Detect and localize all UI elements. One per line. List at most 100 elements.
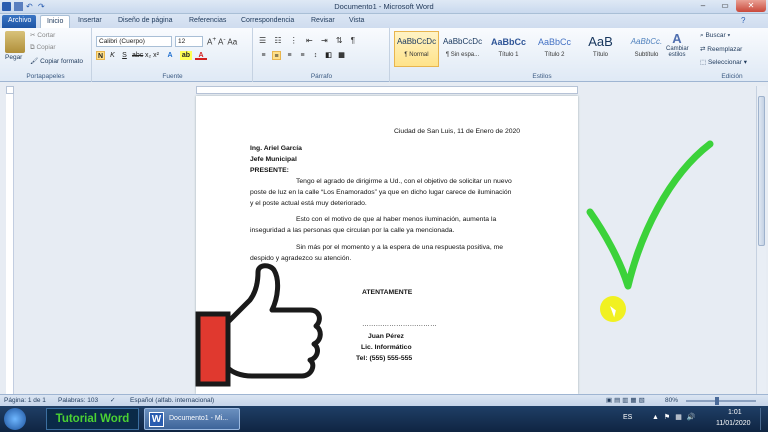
help-icon[interactable]: ?	[741, 16, 750, 25]
copy-button[interactable]: ⧉ Copiar	[30, 44, 56, 52]
word-count[interactable]: Palabras: 103	[58, 397, 98, 404]
tab-vista[interactable]: Vista	[343, 15, 370, 28]
italic-button[interactable]: K	[108, 51, 117, 60]
justify-icon[interactable]: ≡	[298, 51, 307, 60]
styles-group-label: Estilos	[532, 73, 552, 80]
select-button[interactable]: ⬚ Seleccionar ▾	[700, 58, 747, 66]
sender-phone: Tel: (555) 555-555	[356, 355, 413, 362]
style-titulo[interactable]: AaB Título	[578, 31, 623, 67]
list-buttons[interactable]: ☰ ☷ ⋮ ⇤ ⇥ ⇅ ¶	[259, 36, 358, 45]
ribbon-tabs: Archivo Inicio Insertar Diseño de página…	[0, 14, 768, 28]
style-preview: AaBbCc	[490, 37, 526, 47]
style-name: ¶ Normal	[404, 52, 429, 58]
editing-group-label: Edición	[721, 73, 743, 80]
cut-button[interactable]: ✂ Cortar	[30, 31, 55, 39]
tab-inicio[interactable]: Inicio	[40, 15, 71, 28]
start-button-icon[interactable]	[4, 408, 26, 430]
zoom-slider-handle[interactable]	[715, 397, 719, 405]
style-name: Subtítulo	[634, 52, 659, 58]
scrollbar-thumb[interactable]	[758, 96, 765, 246]
addressee-title: Jefe Municipal	[250, 156, 297, 163]
language[interactable]: Español (alfab. internacional)	[130, 397, 214, 404]
replace-label: Reemplazar	[707, 46, 743, 53]
tab-selector-icon[interactable]	[6, 86, 14, 94]
paragraph-group-label: Párrafo	[310, 73, 333, 80]
paragraph-1-line-3: y el poste actual está muy deteriorado.	[250, 200, 367, 207]
paste-icon[interactable]	[5, 31, 25, 53]
tray-icons[interactable]: ▲⚑▦🔊	[652, 413, 701, 421]
style-name: ¶ Sin espa...	[445, 52, 480, 58]
paragraph-1-line-2: poste de luz en la calle “Los Enamorados…	[250, 189, 512, 196]
tab-correspondencia[interactable]: Correspondencia	[235, 15, 300, 28]
proofing-icon[interactable]: ✓	[110, 396, 115, 404]
ribbon: Pegar ✂ Cortar ⧉ Copiar 🖌 Copiar formato…	[0, 28, 768, 82]
style-titulo2[interactable]: AaBbCc Título 2	[532, 31, 577, 67]
maximize-icon[interactable]: ▭	[714, 0, 736, 12]
zoom-level[interactable]: 80%	[665, 397, 678, 404]
format-buttons: N K S abc x₂ x² A ab A	[96, 51, 207, 60]
font-size-select[interactable]: 12	[175, 36, 203, 47]
checkmark-icon	[586, 140, 714, 290]
format-painter-button[interactable]: 🖌 Copiar formato	[30, 57, 83, 65]
status-bar: Página: 1 de 1 Palabras: 103 ✓ Español (…	[0, 394, 768, 406]
borders-icon[interactable]: ▦	[337, 51, 346, 60]
thumbs-up-icon	[195, 263, 323, 387]
tab-archivo[interactable]: Archivo	[2, 15, 36, 28]
clock-time[interactable]: 1:01	[728, 409, 742, 416]
vertical-ruler[interactable]	[6, 94, 14, 394]
paragraph-group: ☰ ☷ ⋮ ⇤ ⇥ ⇅ ¶ ≡ ≡ ≡ ≡ ↕ ◧ ▦ Párrafo	[254, 28, 390, 82]
clipboard-group: Pegar ✂ Cortar ⧉ Copiar 🖌 Copiar formato…	[0, 28, 92, 82]
taskbar-item-label: Documento1 - Mi...	[169, 415, 229, 422]
select-icon: ⬚	[700, 59, 708, 66]
view-buttons[interactable]: ▣▤▥▦▧	[606, 396, 647, 404]
paragraph-3-line-1: Sin más por el momento y a la espera de …	[296, 244, 504, 251]
clock-date[interactable]: 11/01/2020	[716, 420, 751, 427]
font-grow-icon[interactable]: A+ A- Aa	[207, 36, 237, 47]
font-name-select[interactable]: Calibri (Cuerpo)	[96, 36, 172, 47]
style-normal[interactable]: AaBbCcDc ¶ Normal	[394, 31, 439, 67]
style-name: Título 1	[498, 52, 519, 58]
window-controls: – ▭ ✕	[692, 0, 766, 12]
style-preview: AaBbCcDc	[396, 37, 437, 46]
style-titulo1[interactable]: AaBbCc Título 1	[486, 31, 531, 67]
close-icon[interactable]: ✕	[736, 0, 766, 12]
strikethrough-button[interactable]: abc	[132, 51, 143, 60]
zoom-slider[interactable]	[686, 400, 756, 402]
vertical-scrollbar[interactable]	[756, 86, 766, 394]
highlight-icon[interactable]: ab	[180, 51, 192, 60]
tab-insertar[interactable]: Insertar	[72, 15, 108, 28]
tab-diseno-pagina[interactable]: Diseño de página	[112, 15, 179, 28]
line-spacing-icon[interactable]: ↕	[311, 51, 320, 60]
bold-button[interactable]: N	[96, 51, 105, 60]
horizontal-ruler[interactable]	[196, 86, 578, 94]
shading-icon[interactable]: ◧	[324, 51, 333, 60]
paste-button[interactable]: Pegar	[5, 54, 22, 61]
tab-revisar[interactable]: Revisar	[305, 15, 341, 28]
find-button[interactable]: ⌕ Buscar ▾	[700, 32, 730, 40]
find-label: Buscar	[705, 32, 726, 39]
font-group-label: Fuente	[162, 73, 183, 80]
input-language[interactable]: ES	[623, 414, 632, 421]
align-center-icon[interactable]: ≡	[272, 51, 281, 60]
replace-button[interactable]: ⇄ Reemplazar	[700, 45, 742, 53]
style-name: Título 2	[544, 52, 565, 58]
show-desktop-button[interactable]	[760, 408, 766, 430]
select-label: Seleccionar	[707, 59, 742, 66]
page-count[interactable]: Página: 1 de 1	[4, 397, 46, 404]
underline-button[interactable]: S	[120, 51, 129, 60]
style-preview: AaBbCc.	[630, 37, 663, 46]
subscript-button[interactable]: x₂ x²	[144, 51, 160, 60]
style-name: Título	[592, 52, 608, 58]
change-styles-button[interactable]: A Cambiar estilos	[666, 31, 689, 58]
sender-title: Lic. Informático	[361, 344, 412, 351]
font-color-icon[interactable]: A	[195, 51, 207, 60]
align-left-icon[interactable]: ≡	[259, 51, 268, 60]
taskbar-word-item[interactable]: W Documento1 - Mi...	[144, 408, 240, 430]
format-painter-label: Copiar formato	[40, 58, 84, 65]
style-sin-espaciado[interactable]: AaBbCcDc ¶ Sin espa...	[440, 31, 485, 67]
style-subtitulo[interactable]: AaBbCc. Subtítulo	[624, 31, 669, 67]
text-effects-icon[interactable]: A	[163, 51, 177, 60]
align-right-icon[interactable]: ≡	[285, 51, 294, 60]
tab-referencias[interactable]: Referencias	[183, 15, 232, 28]
minimize-icon[interactable]: –	[692, 0, 714, 12]
